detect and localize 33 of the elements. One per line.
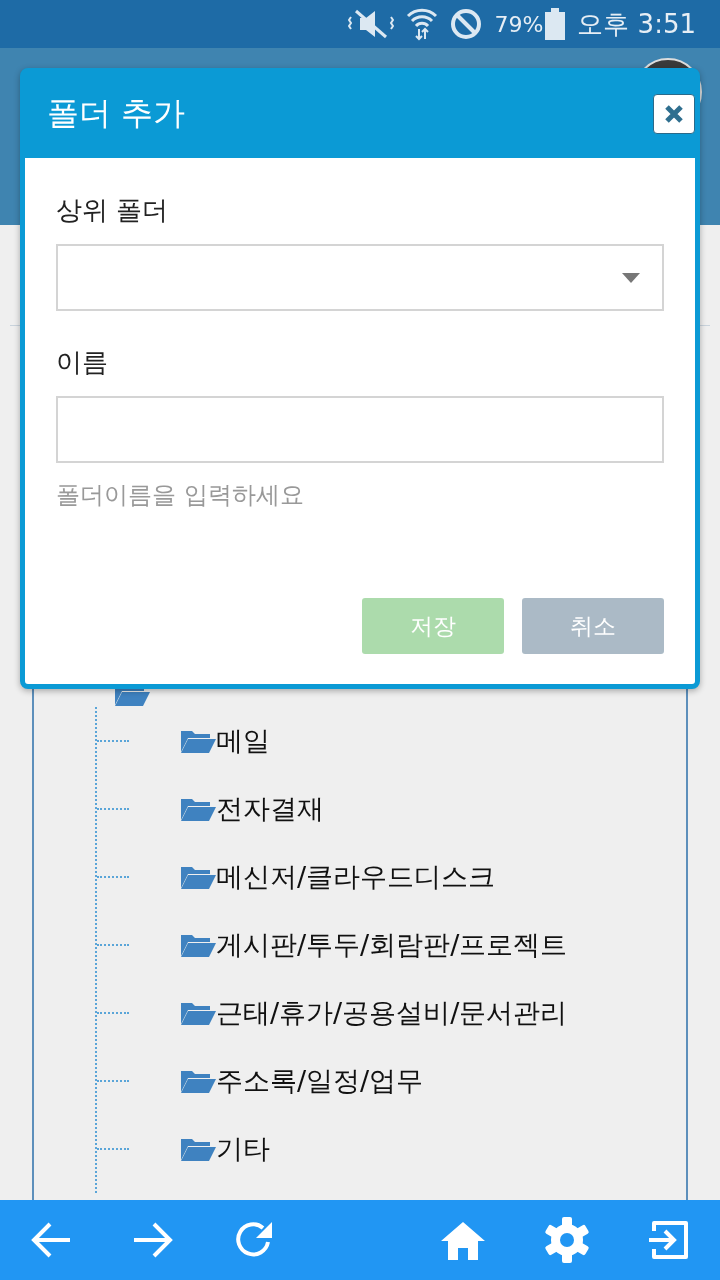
dialog-title: 폴더 추가	[47, 92, 186, 134]
folder-icon	[180, 932, 216, 958]
folder-icon	[180, 728, 216, 754]
folder-name[interactable]: 근태/휴가/공용설비/문서관리	[216, 995, 568, 1031]
wifi-icon	[406, 7, 439, 41]
folder-name[interactable]: 기타	[216, 1131, 270, 1167]
field-label: 이름	[56, 346, 109, 379]
folder-name[interactable]: 전자결재	[216, 791, 324, 827]
vibrate-mute-icon	[348, 9, 395, 39]
folder-icon	[180, 1136, 216, 1162]
close-button[interactable]	[653, 93, 695, 134]
folder-icon	[180, 796, 216, 822]
field-label: 상위 폴더	[56, 194, 170, 227]
folder-name[interactable]: 메일	[216, 723, 270, 759]
dropdown-caret-icon	[622, 272, 640, 283]
block-icon	[450, 8, 483, 40]
home-icon[interactable]	[440, 1220, 486, 1260]
clock: 오후 3:51	[577, 7, 696, 41]
help-text: 폴더이름을 입력하세요	[56, 480, 305, 511]
exit-icon[interactable]	[648, 1219, 690, 1261]
name-input-field[interactable]	[56, 396, 664, 463]
folder-name[interactable]: 게시판/투두/회람판/프로젝트	[216, 927, 568, 963]
close-icon	[665, 104, 683, 123]
battery-icon	[545, 8, 566, 40]
settings-icon[interactable]	[544, 1217, 590, 1263]
battery-percent: 79%	[494, 11, 544, 37]
folder-icon	[180, 1000, 216, 1026]
back-arrow-icon[interactable]	[30, 1221, 72, 1259]
forward-arrow-icon[interactable]	[132, 1221, 174, 1259]
folder-icon	[180, 864, 216, 890]
folder-icon	[180, 1068, 216, 1094]
folder-name[interactable]: 메신저/클라우드디스크	[216, 859, 496, 895]
folder-name[interactable]: 주소록/일정/업무	[216, 1063, 424, 1099]
